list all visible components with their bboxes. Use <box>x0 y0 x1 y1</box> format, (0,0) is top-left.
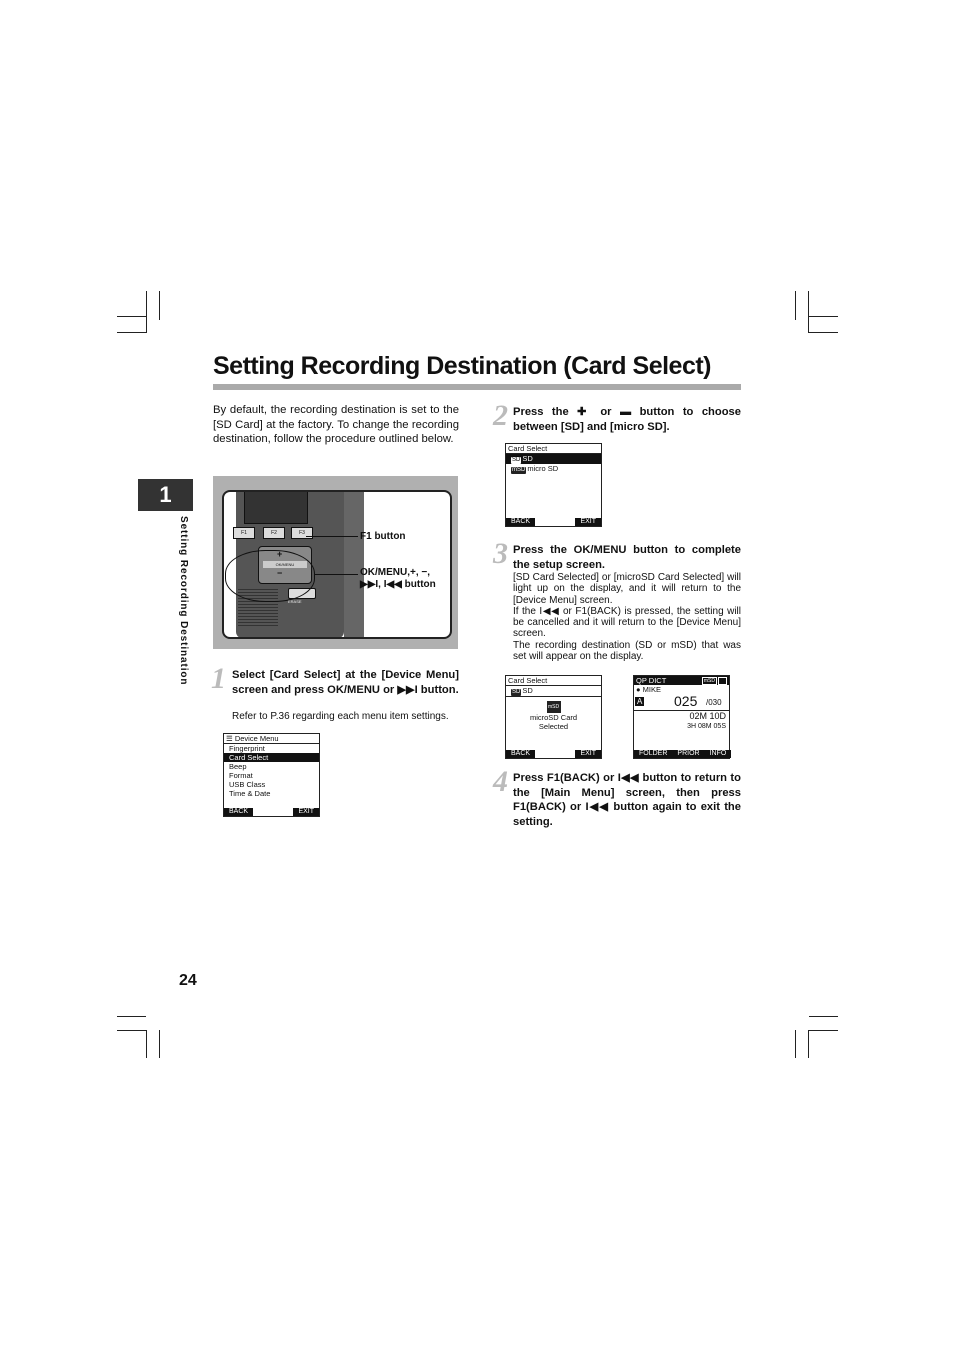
step-2-text: Press the ✚ or ▬ button to choose betwee… <box>513 406 741 433</box>
step-3-text: Press the OK/MENU button to complete the… <box>513 544 741 571</box>
step-1-text: Select [Card Select] at the [Device Menu… <box>232 669 459 696</box>
f1-callout: F1 button <box>360 531 406 542</box>
back-softkey[interactable]: BACK <box>224 808 254 816</box>
crop-mark <box>808 1030 809 1058</box>
file-total: /030 <box>706 698 722 707</box>
device-menu-header: ☰ Device Menu <box>224 734 319 744</box>
crop-mark <box>809 316 838 317</box>
intro-paragraph: By default, the recording destination is… <box>213 404 459 446</box>
back-softkey[interactable]: BACK <box>506 750 536 758</box>
ok-leader-line <box>314 574 358 575</box>
exit-softkey[interactable]: EXIT <box>575 750 601 758</box>
card-select-header: Card Select <box>506 444 601 454</box>
chapter-side-label: Setting Recording Destination <box>178 516 189 686</box>
crop-mark <box>795 1030 796 1058</box>
step-2-number: 2 <box>493 399 508 432</box>
step-1-number: 1 <box>211 662 226 695</box>
step-4-text: Press F1(BACK) or I◀◀ button to return t… <box>513 772 741 828</box>
sd-card-icon: SD <box>511 457 522 464</box>
step-3-note: [SD Card Selected] or [microSD Card Sele… <box>513 572 741 663</box>
step-4-number: 4 <box>493 765 508 798</box>
menu-item[interactable]: USB Class <box>224 780 319 789</box>
device-menu-screen: ☰ Device Menu Fingerprint Card Select Be… <box>223 733 320 817</box>
crop-mark <box>117 1016 146 1017</box>
menu-icon: ☰ <box>226 734 233 743</box>
crop-mark <box>117 316 146 317</box>
sd-card-icon: SD <box>511 689 522 696</box>
recording-length: 3H 08M 05S <box>687 723 726 730</box>
microsd-card-icon: mSD <box>511 467 527 474</box>
step-3-number: 3 <box>493 537 508 570</box>
back-softkey[interactable]: BACK <box>506 518 536 526</box>
crop-mark <box>809 332 838 333</box>
device-zoom-frame: F1 F2 F3 + − OK/MENU ERASE F1 button OK/… <box>222 490 452 639</box>
menu-item[interactable]: Time & Date <box>224 789 319 798</box>
battery-icon <box>718 677 727 685</box>
step-1-note: Refer to P.36 regarding each menu item s… <box>232 711 449 722</box>
device-screen <box>244 492 308 524</box>
user-icon: ● <box>636 685 641 694</box>
microsd-badge-icon: mSD <box>701 677 717 685</box>
crop-mark <box>146 291 147 333</box>
card-select-screen: Card Select SD SD mSD micro SD BACK EXIT <box>505 443 602 527</box>
highlight-oval <box>225 550 315 602</box>
card-option-selected[interactable]: SD SD <box>506 454 601 464</box>
user-name: MIKE <box>642 685 661 694</box>
chapter-tab: 1 <box>138 479 193 511</box>
device-side <box>344 492 364 637</box>
ok-callout-line1: OK/MENU,+, −, <box>360 567 431 578</box>
exit-softkey[interactable]: EXIT <box>575 518 601 526</box>
f2-key[interactable]: F2 <box>263 527 285 539</box>
recording-date: 02M 10D <box>634 710 729 722</box>
device-illustration: F1 F2 F3 + − OK/MENU ERASE F1 button OK/… <box>213 476 458 649</box>
menu-item-selected[interactable]: Card Select <box>224 753 319 762</box>
crop-mark <box>809 1030 838 1031</box>
crop-mark <box>117 1030 146 1031</box>
crop-mark <box>159 291 160 320</box>
menu-item[interactable]: Format <box>224 771 319 780</box>
crop-mark <box>809 1016 838 1017</box>
menu-item[interactable]: Fingerprint <box>224 744 319 753</box>
crop-mark <box>795 291 796 320</box>
page-title: Setting Recording Destination (Card Sele… <box>213 352 712 380</box>
main-screen-header: QP DICT mSD <box>634 676 729 685</box>
menu-item[interactable]: Beep <box>224 762 319 771</box>
selected-line2: Selected <box>538 722 569 731</box>
folder-badge: A <box>635 697 645 706</box>
f1-key[interactable]: F1 <box>233 527 255 539</box>
card-selected-screen: Card Select SD SD mSD microSD Card Select… <box>505 675 602 759</box>
file-number: 025 <box>674 693 698 709</box>
folder-softkey[interactable]: FOLDER <box>634 750 673 758</box>
crop-mark <box>808 291 809 333</box>
prior-softkey[interactable]: PRIOR <box>672 750 705 758</box>
crop-mark <box>117 332 146 333</box>
card-option[interactable]: mSD micro SD <box>506 464 601 474</box>
crop-mark <box>146 1030 147 1058</box>
f1-leader-line <box>306 536 358 537</box>
selected-line1: microSD Card <box>529 713 578 722</box>
crop-mark <box>159 1030 160 1058</box>
main-screen: QP DICT mSD ● MIKE A 025 /030 02M 10D 3H… <box>633 675 732 759</box>
info-softkey[interactable]: INFO <box>704 750 732 758</box>
exit-softkey[interactable]: EXIT <box>293 808 319 816</box>
page-number: 24 <box>179 972 197 989</box>
f3-key[interactable]: F3 <box>291 527 313 539</box>
title-underline <box>213 384 741 390</box>
card-selected-header: Card Select <box>506 676 601 686</box>
ok-callout-line2: ▶▶I, I◀◀ button <box>360 579 436 590</box>
microsd-card-icon: mSD <box>546 701 561 713</box>
card-selected-item: SD <box>522 686 533 695</box>
